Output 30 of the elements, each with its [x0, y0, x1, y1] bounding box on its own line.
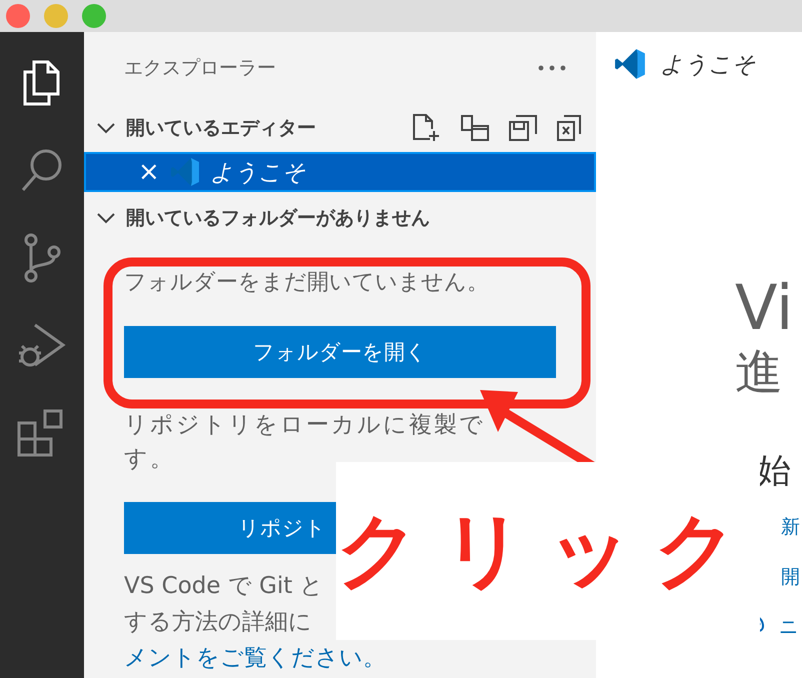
editor-tab[interactable]: ようこそ — [596, 32, 802, 96]
callout-label: クリック — [336, 462, 760, 640]
start-link[interactable]: 新 — [781, 514, 800, 540]
chevron-icon[interactable] — [96, 122, 116, 134]
new-window-icon[interactable] — [460, 114, 490, 142]
clone-repository-button[interactable]: リポジト — [124, 502, 336, 554]
start-link[interactable]: 開 — [781, 564, 800, 590]
open-folder-button[interactable]: フォルダーを開く — [124, 326, 556, 378]
git-help-text: VS Code で Git と — [124, 572, 324, 601]
sidebar-title: エクスプローラー — [124, 56, 276, 81]
save-all-icon[interactable] — [508, 114, 538, 142]
git-help-text: する方法の詳細に — [124, 608, 312, 637]
welcome-title: Vi — [735, 272, 794, 344]
more-actions-icon[interactable] — [538, 65, 566, 71]
close-all-icon[interactable] — [556, 114, 582, 142]
clone-description: す。 — [124, 445, 175, 474]
logo-icon — [170, 157, 200, 187]
empty-folder-message: フォルダーをまだ開いていません。 — [124, 269, 489, 297]
logo-icon — [614, 48, 646, 80]
section-header[interactable]: 開いているエディター — [126, 115, 316, 141]
chevron-icon[interactable] — [96, 212, 116, 224]
start-link[interactable]: ニ — [779, 614, 798, 640]
welcome-subtitle: 進 — [735, 344, 783, 400]
close-icon[interactable]: × — [138, 157, 160, 187]
open-editor-item[interactable]: × ようこそ — [84, 152, 596, 192]
new-file-icon[interactable] — [412, 113, 442, 143]
docs-link[interactable]: メントをご覧ください。 — [124, 640, 386, 676]
branch-icon[interactable] — [22, 232, 62, 284]
section-header[interactable]: 開いているフォルダーがありません — [126, 205, 430, 231]
clone-description: リポジトリをローカルに複製で — [124, 411, 485, 440]
